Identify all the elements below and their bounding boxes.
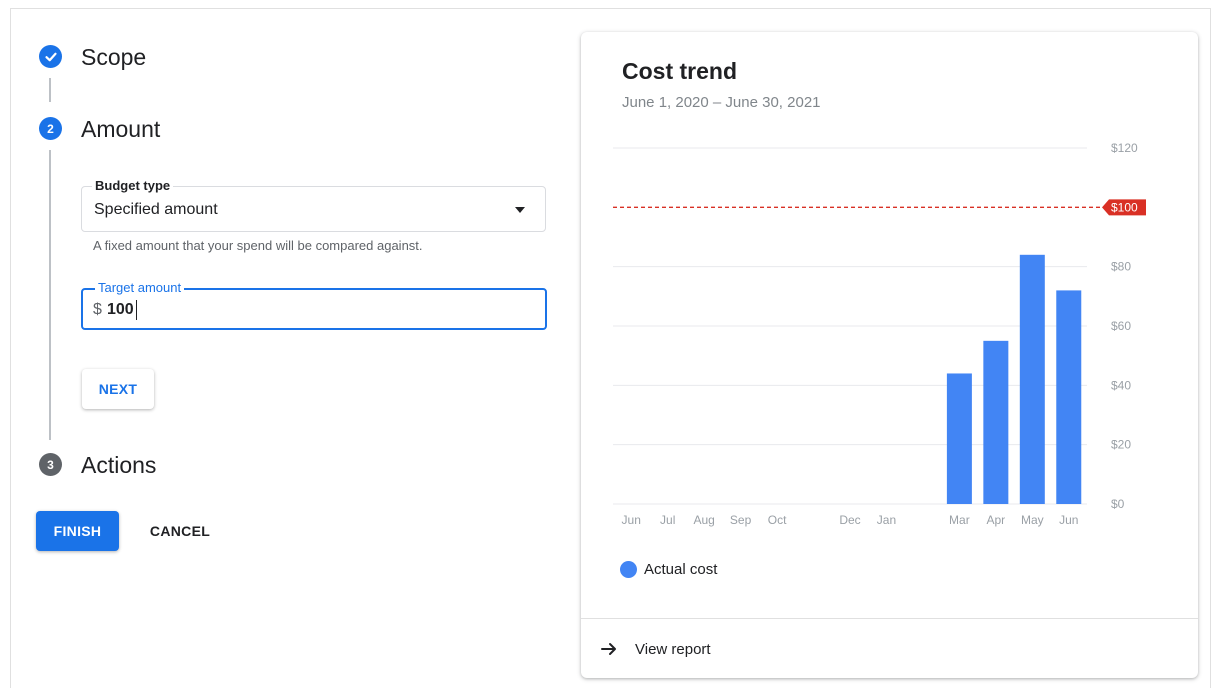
text-caret bbox=[136, 300, 137, 320]
step-connector bbox=[49, 150, 51, 440]
y-tick-label: $120 bbox=[1111, 141, 1138, 155]
step-scope-title[interactable]: Scope bbox=[81, 44, 146, 71]
step-scope-indicator bbox=[39, 45, 62, 68]
arrow-right-icon bbox=[601, 643, 616, 655]
y-tick-label: $80 bbox=[1111, 260, 1131, 274]
x-tick-label: Apr bbox=[987, 513, 1006, 527]
x-tick-label: May bbox=[1021, 513, 1044, 527]
x-tick-label: Jan bbox=[877, 513, 896, 527]
target-amount-value[interactable]: 100 bbox=[107, 301, 134, 319]
step-actions-title[interactable]: Actions bbox=[81, 452, 156, 479]
legend-swatch-actual-cost bbox=[620, 561, 637, 578]
x-tick-label: Jul bbox=[660, 513, 675, 527]
budget-type-value: Specified amount bbox=[94, 201, 218, 218]
step-amount-title[interactable]: Amount bbox=[81, 116, 160, 143]
bar-apr-10 bbox=[983, 340, 1009, 504]
currency-prefix: $ bbox=[93, 301, 102, 318]
x-tick-label: Jun bbox=[1059, 513, 1078, 527]
next-button[interactable]: NEXT bbox=[82, 369, 154, 409]
budget-type-select[interactable]: Budget type Specified amount bbox=[81, 178, 546, 232]
dropdown-arrow-icon[interactable] bbox=[515, 207, 525, 213]
x-tick-label: Mar bbox=[949, 513, 970, 527]
x-tick-label: Sep bbox=[730, 513, 752, 527]
view-report-label: View report bbox=[635, 640, 711, 658]
view-report-link[interactable]: View report bbox=[599, 629, 711, 669]
bar-may-11 bbox=[1019, 254, 1045, 504]
budget-type-label: Budget type bbox=[92, 178, 174, 194]
cost-trend-chart: $0 $20 $40 $60 $80 $120 $100 Jun Jul Aug Sep Oct Dec… bbox=[613, 141, 1146, 527]
x-tick-label: Dec bbox=[839, 513, 860, 527]
x-tick-label: Oct bbox=[768, 513, 787, 527]
cancel-button[interactable]: CANCEL bbox=[136, 511, 224, 551]
x-tick-label: Jun bbox=[622, 513, 641, 527]
bar-jun-12 bbox=[1056, 290, 1082, 504]
cost-trend-card: Cost trend June 1, 2020 – June 30, 2021 … bbox=[581, 32, 1198, 678]
check-icon bbox=[44, 52, 57, 61]
bar-mar-9 bbox=[946, 373, 972, 504]
budget-type-helper: A fixed amount that your spend will be c… bbox=[93, 238, 423, 253]
finish-button[interactable]: FINISH bbox=[36, 511, 119, 551]
card-divider bbox=[581, 618, 1198, 619]
step-connector bbox=[49, 78, 51, 102]
y-tick-label: $60 bbox=[1111, 319, 1131, 333]
y-tick-label: $20 bbox=[1111, 438, 1131, 452]
target-amount-label: Target amount bbox=[95, 280, 185, 296]
step-amount-indicator: 2 bbox=[39, 117, 62, 140]
y-tick-label: $40 bbox=[1111, 378, 1131, 392]
threshold-label: $100 bbox=[1111, 200, 1138, 214]
target-amount-input[interactable]: Target amount $ 100 bbox=[81, 280, 547, 330]
x-tick-label: Aug bbox=[693, 513, 714, 527]
step-actions-indicator: 3 bbox=[39, 453, 62, 476]
legend-label-actual-cost: Actual cost bbox=[644, 561, 718, 578]
y-tick-label: $0 bbox=[1111, 497, 1125, 511]
